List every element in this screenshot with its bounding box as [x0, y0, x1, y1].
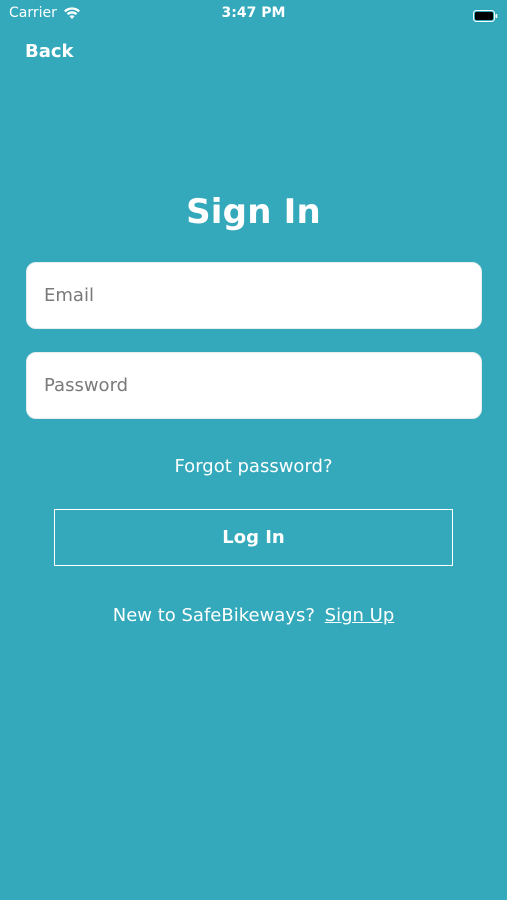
signup-link[interactable]: Sign Up: [325, 605, 395, 626]
password-field[interactable]: [27, 375, 481, 396]
email-field[interactable]: [27, 285, 481, 306]
login-button[interactable]: Log In: [54, 509, 453, 566]
email-field-container: [26, 262, 482, 329]
page-title: Sign In: [186, 192, 321, 232]
back-button[interactable]: Back: [25, 41, 74, 62]
status-time: 3:47 PM: [221, 5, 286, 21]
signup-prompt-row: New to SafeBikeways? Sign Up: [0, 605, 507, 626]
signup-prompt: New to SafeBikeways?: [112, 605, 315, 626]
battery-icon: [473, 7, 498, 22]
password-field-container: [26, 352, 482, 419]
status-bar: Carrier 3:47 PM: [0, 0, 507, 28]
forgot-password-link[interactable]: Forgot password?: [0, 456, 507, 477]
